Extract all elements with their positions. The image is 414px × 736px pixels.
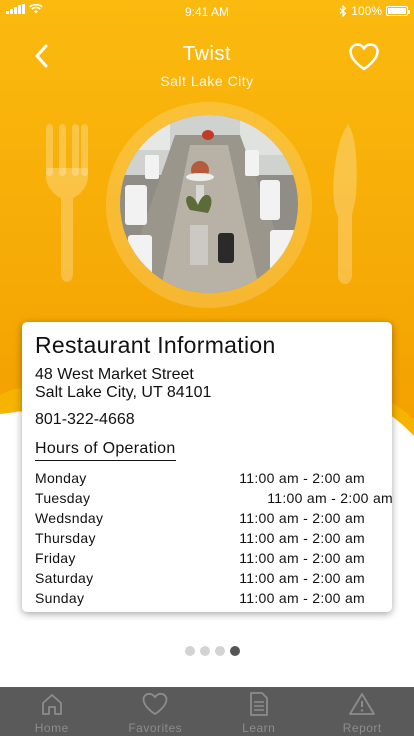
tab-bar: Home Favorites Learn Report [0,687,414,736]
home-icon [41,694,62,715]
hours-time: 11:00 am - 2:00 am [239,510,365,526]
hours-time: 11:00 am - 2:00 am [239,550,365,566]
fork-icon [46,124,88,282]
restaurant-photo [120,115,298,293]
hours-time: 11:00 am - 2:00 am [239,470,365,486]
tab-label: Home [34,721,69,735]
hours-list: Monday 11:00 am - 2:00 am Tuesday 11:00 am… [35,468,393,608]
hours-row: Sunday 11:00 am - 2:00 am [35,588,380,608]
page-dot[interactable] [184,646,195,656]
tab-home[interactable]: Home [0,687,104,736]
hours-day: Sunday [35,590,85,606]
status-right: 100% [339,4,410,18]
address-line-2: Salt Lake City, UT 84101 [35,384,212,401]
tab-label: Favorites [128,721,183,735]
heart-icon [142,692,168,715]
tab-favorites[interactable]: Favorites [104,687,208,736]
hours-day: Tuesday [35,490,91,506]
hours-day: Wedsnday [35,510,104,526]
page-subtitle: Salt Lake City [160,73,254,89]
hours-day: Saturday [35,570,94,586]
heart-icon [349,43,379,71]
tab-learn[interactable]: Learn [207,687,311,736]
hours-row: Thursday 11:00 am - 2:00 am [35,528,380,548]
warning-icon [349,693,376,715]
hours-day: Monday [35,470,87,486]
hours-time: 11:00 am - 2:00 am [239,530,365,546]
page-dot[interactable] [214,646,225,656]
address: 48 West Market Street Salt Lake City, UT… [35,366,380,402]
battery-percent: 100% [351,4,382,18]
hours-title: Hours of Operation [35,440,176,461]
hours-row: Friday 11:00 am - 2:00 am [35,548,380,568]
page-indicator[interactable] [0,646,414,656]
page-dot-active[interactable] [229,646,240,656]
hours-day: Thursday [35,530,96,546]
hours-row: Wedsnday 11:00 am - 2:00 am [35,508,380,528]
card-title: Restaurant Information [35,332,276,358]
tab-report[interactable]: Report [311,687,414,736]
bluetooth-icon [339,5,347,17]
tab-label: Report [342,721,382,735]
phone-number[interactable]: 801-322-4668 [35,411,380,429]
status-bar: 9:41 AM 100% [0,0,414,22]
hours-row: Monday 11:00 am - 2:00 am [35,468,380,488]
address-line-1: 48 West Market Street [35,366,194,383]
tab-label: Learn [242,721,276,735]
knife-icon [333,124,357,284]
document-icon [249,692,268,716]
restaurant-info-card: Restaurant Information 48 West Market St… [22,322,393,612]
hours-row: Tuesday 11:00 am - 2:00 am [35,488,393,508]
hours-row: Saturday 11:00 am - 2:00 am [35,568,380,588]
hours-time: 11:00 am - 2:00 am [267,490,393,506]
favorite-button[interactable] [348,42,380,72]
battery-icon [386,6,410,16]
page-dot[interactable] [199,646,210,656]
hours-time: 11:00 am - 2:00 am [239,570,365,586]
hours-time: 11:00 am - 2:00 am [239,590,365,606]
hours-day: Friday [35,550,76,566]
